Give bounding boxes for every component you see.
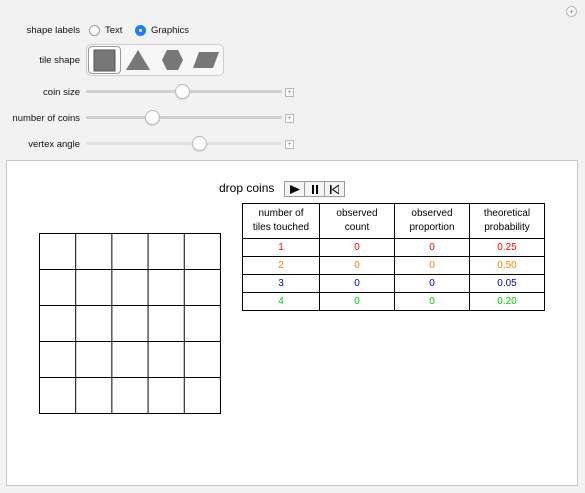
table-cell: 0 <box>394 256 470 275</box>
vertex-angle-label: vertex angle <box>28 139 80 150</box>
hexagon-icon <box>162 50 183 70</box>
vertex-angle-slider-thumb[interactable] <box>192 136 208 151</box>
table-cell: 0 <box>319 292 395 311</box>
coin-size-slider-thumb[interactable] <box>174 84 190 99</box>
table-cell: 0.50 <box>469 256 545 275</box>
header-observed-proportion: observed proportion <box>394 203 470 239</box>
number-of-coins-track[interactable] <box>86 116 282 119</box>
number-of-coins-slider-thumb[interactable] <box>145 110 161 125</box>
number-of-coins-label: number of coins <box>12 113 80 124</box>
table-row: 3 0 0 0.05 <box>242 274 545 293</box>
table-cell: 0.25 <box>469 238 545 257</box>
pause-icon <box>311 184 318 194</box>
header-tiles-touched: number of tiles touched <box>242 203 320 239</box>
reset-button[interactable] <box>325 182 344 196</box>
radio-text-label: Text <box>105 25 123 36</box>
results-table: number of tiles touched observed count obs… <box>242 203 545 311</box>
play-icon <box>289 184 300 194</box>
coin-size-expand-icon[interactable]: + <box>285 88 294 97</box>
table-row: 4 0 0 0.20 <box>242 292 545 311</box>
header-observed-count: observed count <box>319 203 395 239</box>
reset-icon <box>330 184 339 194</box>
tile-shape-label: tile shape <box>39 55 80 66</box>
play-button[interactable] <box>285 182 305 196</box>
table-cell: 1 <box>242 238 320 257</box>
radio-text[interactable] <box>89 25 100 36</box>
table-cell: 4 <box>242 292 320 311</box>
tile-shape-selector <box>86 44 224 76</box>
tile-triangle-button[interactable] <box>122 46 155 74</box>
tile-square-button[interactable] <box>88 46 121 74</box>
tile-parallelogram-button[interactable] <box>189 46 222 74</box>
table-cell: 0 <box>319 238 395 257</box>
table-cell: 3 <box>242 274 320 293</box>
shape-labels-label: shape labels <box>26 25 80 36</box>
radio-graphics-label: Graphics <box>151 25 190 36</box>
tile-grid <box>39 233 221 414</box>
expand-icon[interactable]: + <box>566 6 577 17</box>
table-cell: 0.20 <box>469 292 545 311</box>
table-cell: 0 <box>394 274 470 293</box>
header-theoretical-probability: theoretical probability <box>469 203 545 239</box>
table-row: 2 0 0 0.50 <box>242 256 545 275</box>
drop-coins-label: drop coins <box>219 181 275 195</box>
tile-hexagon-button[interactable] <box>156 46 189 74</box>
table-cell: 0.05 <box>469 274 545 293</box>
table-cell: 0 <box>394 238 470 257</box>
vertex-angle-track[interactable] <box>86 142 282 145</box>
table-cell: 2 <box>242 256 320 275</box>
table-cell: 0 <box>319 256 395 275</box>
vertex-angle-expand-icon[interactable]: + <box>285 140 294 149</box>
number-of-coins-expand-icon[interactable]: + <box>285 114 294 123</box>
parallelogram-icon <box>193 52 219 68</box>
table-row: 1 0 0 0.25 <box>242 238 545 257</box>
radio-graphics[interactable] <box>135 25 146 36</box>
triangle-icon <box>126 50 150 70</box>
output-panel: drop coins number of tiles touched observ… <box>6 160 578 486</box>
coin-size-label: coin size <box>43 87 80 98</box>
table-cell: 0 <box>394 292 470 311</box>
pause-button[interactable] <box>305 182 325 196</box>
square-icon <box>93 49 116 72</box>
table-cell: 0 <box>319 274 395 293</box>
animation-controls <box>284 181 345 197</box>
